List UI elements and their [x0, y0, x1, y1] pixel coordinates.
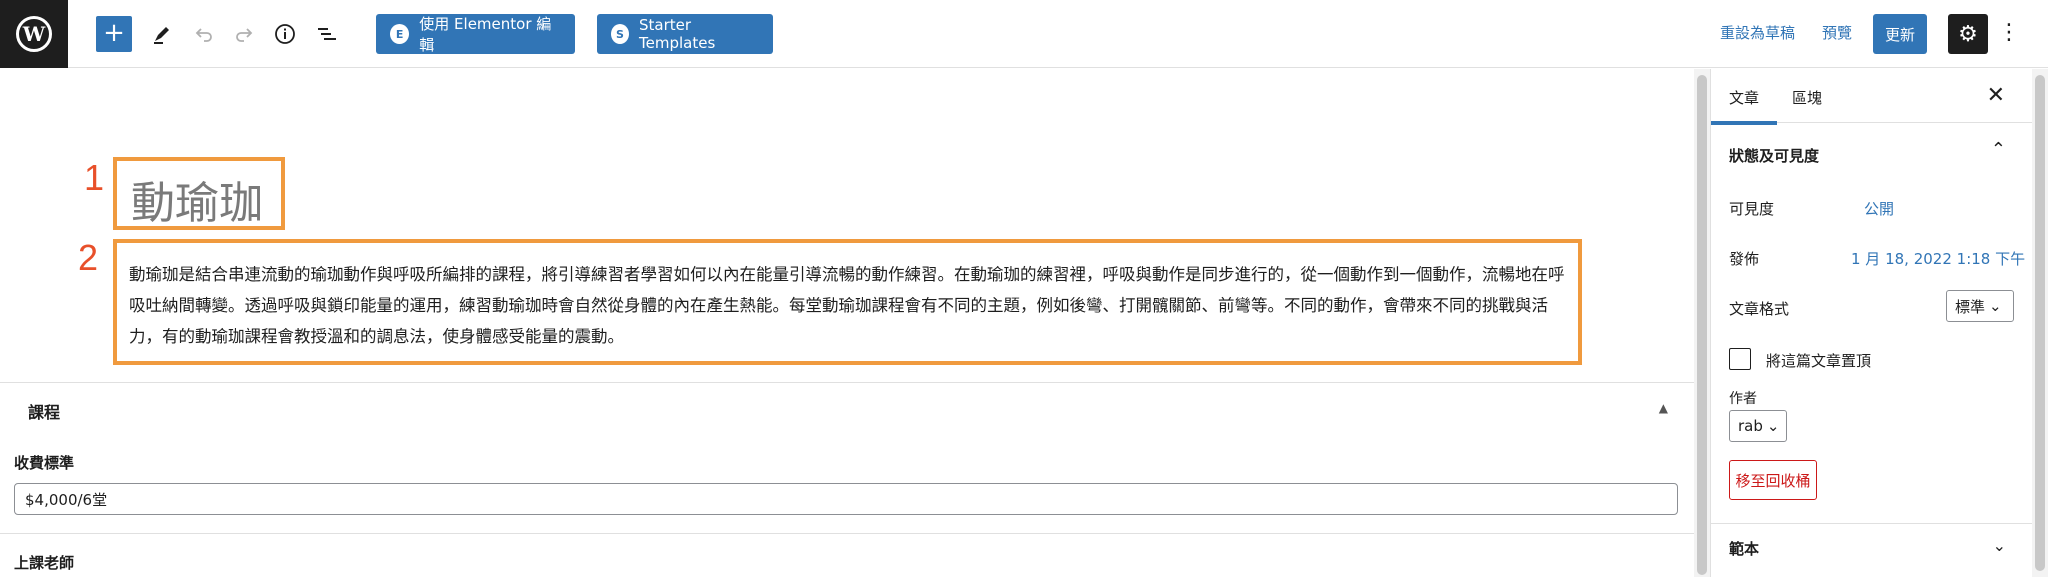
visibility-label: 可見度 — [1729, 200, 1775, 218]
fee-input[interactable] — [14, 483, 1678, 515]
paragraph-highlight: 動瑜珈是結合串連流動的瑜珈動作與呼吸所編排的課程，將引導練習者學習如何以內在能量… — [113, 239, 1582, 365]
post-format-value: 標準 — [1955, 297, 1986, 316]
move-to-trash-button[interactable]: 移至回收桶 — [1729, 460, 1817, 500]
elementor-edit-button[interactable]: E 使用 Elementor 編輯 — [376, 14, 575, 54]
gear-icon: ⚙ — [1958, 21, 1978, 47]
starter-templates-icon: S — [611, 24, 630, 44]
details-button[interactable] — [269, 18, 301, 50]
teacher-label: 上課老師 — [14, 554, 75, 572]
info-icon — [275, 24, 295, 44]
sticky-label: 將這篇文章置頂 — [1766, 352, 1872, 370]
starter-templates-button[interactable]: S Starter Templates — [597, 14, 773, 54]
redo-button[interactable] — [228, 18, 260, 50]
annotation-number-1: 1 — [84, 157, 105, 198]
collapse-caret-icon[interactable]: ▲ — [1659, 401, 1668, 415]
post-format-label: 文章格式 — [1729, 300, 1790, 318]
sidebar-divider — [1711, 523, 2033, 524]
sticky-checkbox[interactable] — [1729, 348, 1751, 370]
settings-sidebar: 文章 區塊 ✕ 狀態及可見度 ⌃ 可見度 公開 發佈 1 月 18, 2022 … — [1710, 69, 2033, 577]
visibility-value[interactable]: 公開 — [1864, 198, 1894, 219]
more-options-icon[interactable]: ⋮ — [1998, 18, 2020, 50]
settings-button[interactable]: ⚙ — [1948, 14, 1988, 54]
sidebar-tabs: 文章 區塊 ✕ — [1710, 69, 2033, 125]
author-label: 作者 — [1729, 391, 1757, 407]
publish-label: 發佈 — [1729, 250, 1760, 268]
post-title-highlight: 動瑜珈 — [113, 157, 285, 230]
pencil-icon — [154, 27, 169, 44]
tab-post[interactable]: 文章 — [1710, 87, 1778, 125]
add-block-button[interactable]: + — [96, 16, 132, 52]
chevron-up-icon[interactable]: ⌃ — [1991, 139, 2006, 160]
update-button[interactable]: 更新 — [1873, 14, 1927, 54]
wordpress-icon: W — [16, 16, 52, 52]
edit-tool-button[interactable] — [146, 18, 178, 50]
chevron-down-icon: ⌄ — [1989, 297, 2002, 315]
close-icon[interactable]: ✕ — [1987, 83, 2005, 108]
redo-icon — [236, 28, 253, 42]
template-panel-title[interactable]: 範本 — [1729, 538, 1759, 559]
meta-box-title[interactable]: 課程 — [28, 399, 60, 423]
fee-label: 收費標準 — [14, 454, 75, 472]
paragraph-block[interactable]: 動瑜珈是結合串連流動的瑜珈動作與呼吸所編排的課程，將引導練習者學習如何以內在能量… — [129, 259, 1569, 352]
starter-templates-label: Starter Templates — [639, 16, 716, 52]
chevron-down-icon[interactable]: ⌄ — [1993, 536, 2006, 555]
wordpress-logo[interactable]: W — [0, 0, 68, 68]
chevron-down-icon: ⌄ — [1766, 417, 1780, 435]
post-title[interactable]: 動瑜珈 — [131, 167, 263, 231]
post-format-select[interactable]: 標準 ⌄ — [1946, 290, 2014, 322]
meta-divider — [0, 533, 1694, 534]
editor-scroll-thumb[interactable] — [1697, 75, 1707, 575]
elementor-edit-label: 使用 Elementor 編輯 — [419, 15, 552, 54]
editor-toolbar: W + E 使用 Elementor 編輯 S Starter Template… — [0, 0, 2048, 68]
switch-to-draft-link[interactable]: 重設為草稿 — [1720, 22, 1795, 43]
preview-link[interactable]: 預覽 — [1822, 22, 1852, 43]
sidebar-scrollbar[interactable] — [2032, 69, 2048, 577]
undo-button[interactable] — [188, 18, 220, 50]
tab-block[interactable]: 區塊 — [1792, 87, 1822, 108]
author-select[interactable]: rab ⌄ — [1729, 410, 1787, 442]
author-value: rab — [1738, 417, 1763, 435]
publish-date[interactable]: 1 月 18, 2022 1:18 下午 — [1851, 248, 2025, 269]
course-meta-box: 課程 ▲ 收費標準 上課老師 — [0, 382, 1694, 577]
undo-icon — [195, 28, 212, 42]
list-view-button[interactable] — [311, 18, 343, 50]
sidebar-scroll-thumb[interactable] — [2035, 75, 2045, 571]
status-visibility-title[interactable]: 狀態及可見度 — [1729, 145, 1819, 166]
list-view-icon — [318, 28, 336, 40]
editor-canvas: 1 2 動瑜珈 動瑜珈是結合串連流動的瑜珈動作與呼吸所編排的課程，將引導練習者學… — [0, 69, 1694, 577]
editor-scrollbar[interactable] — [1694, 69, 1710, 577]
annotation-number-2: 2 — [78, 237, 99, 278]
elementor-icon: E — [390, 24, 410, 44]
